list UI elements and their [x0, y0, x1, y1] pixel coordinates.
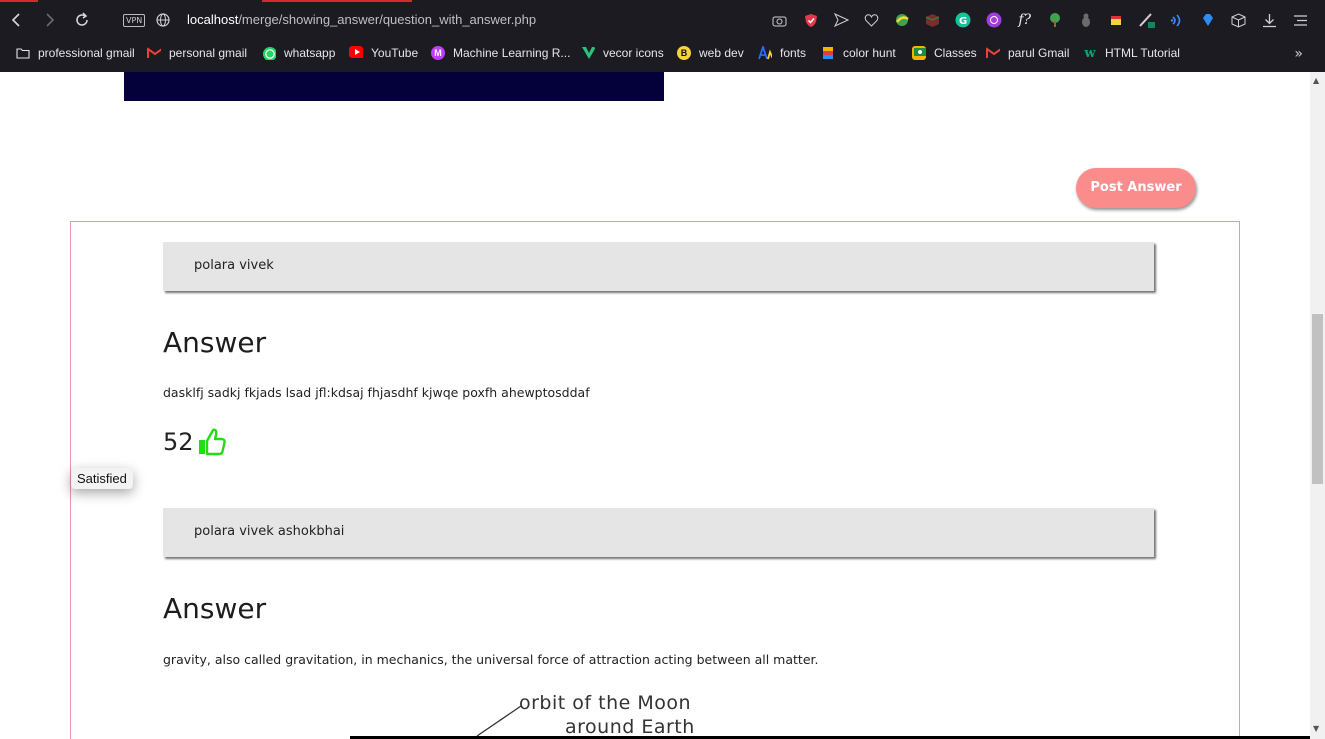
url-field[interactable]: localhost/merge/showing_answer/question_… [187, 12, 536, 27]
download-icon[interactable] [1258, 11, 1280, 29]
fonts-icon [758, 46, 772, 60]
answers-container: polara vivek Answer dasklfj sadkj fkjads… [70, 221, 1240, 739]
whatsapp-icon [263, 47, 276, 60]
bookmark-label: HTML Tutorial [1105, 46, 1180, 60]
satisfied-tooltip: Satisfied [71, 468, 133, 489]
answer-author-bar: polara vivek [163, 242, 1154, 291]
v-icon [582, 47, 595, 59]
post-answer-button[interactable]: Post Answer [1076, 168, 1196, 208]
bookmarks-overflow-button[interactable]: » [1294, 46, 1303, 62]
url-host: localhost [187, 12, 239, 27]
classroom-icon [912, 46, 926, 60]
bookmark-label: web dev [699, 46, 744, 60]
bookmark-html-tutorial[interactable]: w HTML Tutorial [1083, 45, 1180, 61]
chevron-right-icon [46, 13, 55, 27]
bookmark-label: professional gmail [38, 46, 135, 60]
w3-icon: w [1084, 45, 1096, 61]
bookmark-label: vecor icons [603, 46, 664, 60]
box-icon[interactable] [1228, 11, 1250, 29]
colorhunt-icon [823, 47, 833, 59]
answer-text: dasklfj sadkj fkjads lsad jfl:kdsaj fhja… [163, 385, 590, 400]
back-button[interactable] [8, 11, 26, 29]
diagram-label: around Earth [565, 716, 695, 738]
browser-chrome: VPN localhost/merge/showing_answer/quest… [0, 0, 1325, 72]
gmail-icon [986, 47, 1000, 58]
wifi-icon[interactable] [1167, 11, 1189, 29]
diagram-label: orbit of the Moon [519, 692, 692, 714]
bookmark-label: whatsapp [284, 46, 336, 60]
scrollbar-thumb[interactable] [1312, 314, 1323, 484]
gmail-icon [147, 47, 161, 58]
forward-button[interactable] [40, 11, 58, 29]
bookmark-professional-gmail[interactable]: professional gmail [16, 46, 135, 60]
like-section: 52 [163, 427, 227, 457]
extension-toolbar: G f? [760, 11, 1311, 29]
bookmark-vecor-icons[interactable]: vecor icons [581, 46, 664, 60]
tab-accent [262, 0, 412, 2]
tab-strip [0, 0, 1325, 2]
bookmark-fonts[interactable]: fonts [758, 46, 806, 60]
bookmark-parul-gmail[interactable]: parul Gmail [986, 46, 1069, 60]
shield-icon[interactable] [800, 11, 822, 29]
like-count: 52 [163, 428, 194, 456]
bookmark-classes[interactable]: Classes [912, 46, 977, 60]
b-icon: B [677, 46, 691, 60]
camera-icon[interactable] [769, 11, 791, 29]
bookmark-label: Classes [934, 46, 977, 60]
bookmark-machine-learning[interactable]: M Machine Learning R... [431, 46, 570, 60]
send-icon[interactable] [830, 11, 852, 29]
svg-text:G: G [959, 16, 967, 27]
answer-text: gravity, also called gravitation, in mec… [163, 652, 819, 667]
chevron-left-icon [11, 13, 20, 27]
bookmark-color-hunt[interactable]: color hunt [821, 46, 896, 60]
bookmark-label: Machine Learning R... [453, 46, 571, 60]
diagram-pointer-line [476, 705, 522, 737]
folder-icon [16, 48, 30, 59]
bookmark-label: YouTube [371, 46, 419, 60]
f-question-icon[interactable]: f? [1014, 11, 1036, 29]
vertical-scrollbar[interactable]: ▲ ▼ [1310, 72, 1325, 739]
answer-author-bar: polara vivek ashokbhai [163, 508, 1154, 557]
ext-icon[interactable] [1105, 11, 1127, 29]
tab-accent [0, 0, 38, 2]
scroll-up-icon[interactable]: ▲ [1313, 76, 1319, 85]
youtube-icon [349, 46, 363, 58]
reload-icon [76, 12, 88, 26]
diamond-icon[interactable] [1197, 11, 1219, 29]
bookmark-personal-gmail[interactable]: personal gmail [147, 46, 247, 60]
thumbs-up-icon[interactable] [197, 427, 227, 457]
bookmark-label: fonts [780, 46, 807, 60]
vpn-badge[interactable]: VPN [123, 14, 146, 27]
url-path: /merge/showing_answer/question_with_answ… [238, 12, 537, 27]
menu-icon[interactable] [1289, 11, 1311, 29]
bookmark-whatsapp[interactable]: whatsapp [262, 46, 335, 60]
tree-icon[interactable] [1044, 11, 1066, 29]
pen-icon[interactable] [1136, 11, 1158, 29]
bug-icon[interactable] [1075, 11, 1097, 29]
answer-heading: Answer [163, 592, 267, 625]
ext-icon[interactable] [891, 11, 913, 29]
cube-icon[interactable] [922, 11, 944, 29]
bookmark-label: parul Gmail [1008, 46, 1070, 60]
scroll-down-icon[interactable]: ▼ [1313, 724, 1319, 733]
m-icon: M [431, 46, 445, 60]
bookmark-youtube[interactable]: YouTube [349, 46, 418, 60]
bookmark-web-dev[interactable]: Bweb dev [677, 46, 744, 60]
ext-icon[interactable] [983, 11, 1005, 29]
bookmark-label: personal gmail [169, 46, 248, 60]
page-viewport: Post Answer polara vivek Answer dasklfj … [0, 72, 1310, 739]
globe-icon[interactable] [155, 12, 171, 28]
grammarly-icon[interactable]: G [952, 11, 974, 29]
heart-icon[interactable] [861, 11, 883, 29]
question-image [124, 72, 664, 101]
reload-button[interactable] [73, 11, 91, 29]
address-bar: VPN localhost/merge/showing_answer/quest… [0, 4, 1325, 38]
bookmarks-bar: professional gmail personal gmail whatsa… [0, 42, 1325, 66]
bookmark-label: color hunt [843, 46, 896, 60]
answer-heading: Answer [163, 326, 267, 359]
